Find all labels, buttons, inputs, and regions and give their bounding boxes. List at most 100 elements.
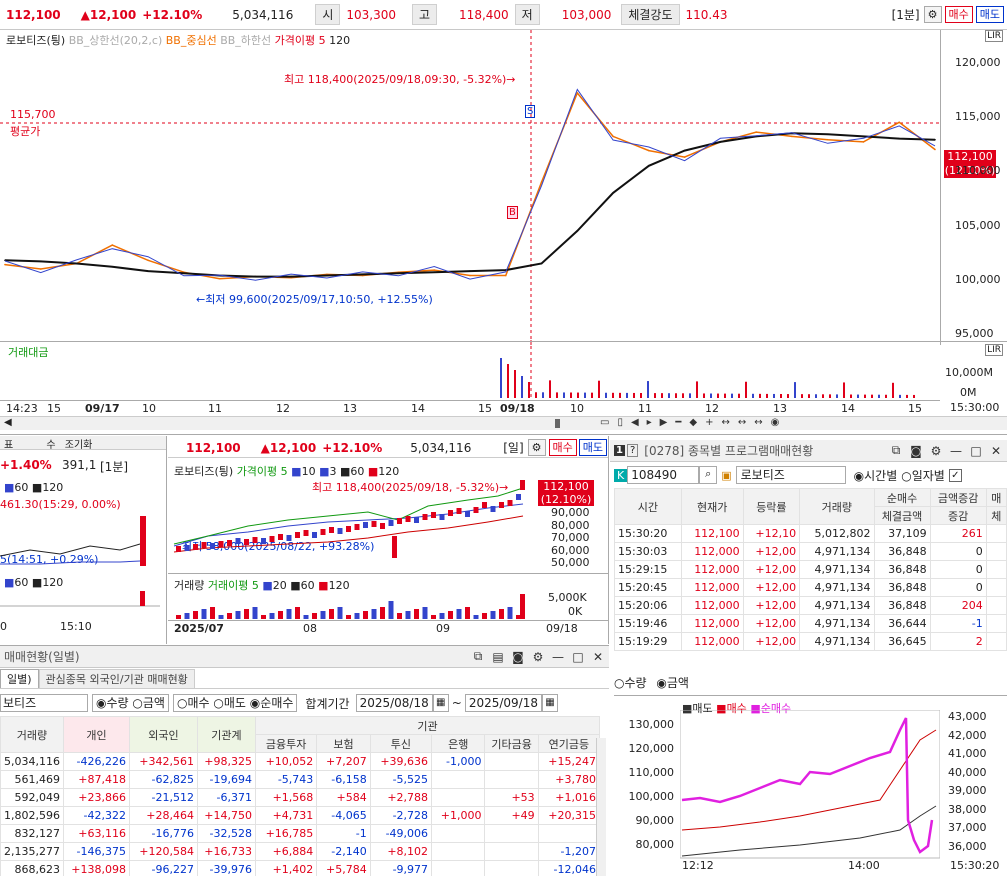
investor-row[interactable]: 561,469 +87,418 -62,825 -19,694 -5,743 -6,158…: [0, 770, 601, 789]
investor-row[interactable]: 2,135,277 -146,375 +120,584 +16,733 +6,884 -2…: [0, 842, 601, 861]
investor-close-icon[interactable]: ✕: [591, 650, 605, 664]
folder-icon[interactable]: ▣: [721, 469, 731, 482]
minimize-icon[interactable]: —: [949, 444, 963, 458]
col-amount-change[interactable]: 금액증감: [929, 488, 987, 507]
col-rate[interactable]: 등락률: [742, 488, 801, 525]
col-volume[interactable]: 거래량: [799, 488, 875, 525]
investor-maximize-icon[interactable]: □: [571, 650, 585, 664]
stock-code-input[interactable]: 108490: [627, 466, 700, 484]
radio-daily[interactable]: ○일자별: [901, 467, 945, 484]
sell-signal-badge[interactable]: S: [525, 105, 536, 118]
investor-link-icon[interactable]: ⧉: [471, 649, 485, 664]
buy-signal-badge[interactable]: B: [507, 206, 518, 219]
col-exec-amount[interactable]: 체결금액: [873, 506, 931, 525]
investor-row[interactable]: 832,127 +63,116 -16,776 -32,528 +16,785 -1 -49…: [0, 824, 601, 843]
program-row[interactable]: 15:29:15 112,000 +12,00 4,971,134 36,848 0: [614, 560, 1007, 579]
radio-quantity[interactable]: ○수량: [614, 676, 647, 690]
gear-icon[interactable]: ⚙: [923, 6, 942, 23]
daily-chart-panel: 112,100 ▲12,100 +12.10% 5,034,116 [일] ⚙ …: [168, 436, 609, 644]
investor-settings-icon[interactable]: ⚙: [531, 650, 545, 664]
settings-icon[interactable]: ⚙: [929, 444, 943, 458]
date-from-input[interactable]: 2025/08/18: [355, 694, 433, 712]
inv-col-institution[interactable]: 기관계: [196, 716, 256, 753]
link-icon[interactable]: ⧉: [889, 443, 903, 458]
left-tab-3[interactable]: 조기화: [65, 440, 93, 451]
inv-col-foreign[interactable]: 외국인: [128, 716, 198, 753]
radio-amount[interactable]: ◉금액: [656, 676, 689, 690]
investor-minimize-icon[interactable]: —: [551, 650, 565, 664]
calendar-to-icon[interactable]: ▦: [541, 694, 558, 712]
investor-camera-icon[interactable]: ◙: [511, 650, 525, 664]
left-mini-period[interactable]: [1분]: [100, 458, 128, 475]
investor-scrollbar[interactable]: [596, 738, 606, 876]
program-chart[interactable]: [680, 710, 940, 860]
buy-button[interactable]: 매수: [944, 6, 973, 23]
tab-watchlist[interactable]: 관심종목 외국인/기관 매매현황: [38, 669, 195, 688]
inv-col-individual[interactable]: 개인: [62, 716, 130, 753]
investor-row[interactable]: 5,034,116 -426,226 +342,561 +98,325 +10,052 +…: [0, 752, 601, 771]
program-row[interactable]: 15:30:20 112,100 +12,10 5,012,802 37,109 261: [614, 524, 1007, 543]
close-icon[interactable]: ✕: [989, 444, 1003, 458]
chart-tool-icons[interactable]: ▭▯◀▸▶━◆+↔↔↔◉: [600, 417, 787, 428]
chart-scrollbar[interactable]: ◀ ▭▯◀▸▶━◆+↔↔↔◉: [0, 416, 1007, 430]
left-mini-tabs[interactable]: 표 수 조기화: [0, 436, 166, 451]
col-price[interactable]: 현재가: [680, 488, 744, 525]
daily-sell-button[interactable]: 매도: [578, 439, 607, 456]
volume-bar: [514, 370, 516, 398]
prog-left-tick-0: 130,000: [628, 718, 675, 731]
inv-col-other-finance[interactable]: 기타금융: [484, 734, 539, 753]
scroll-thumb[interactable]: [555, 419, 560, 428]
checkbox[interactable]: ✓: [948, 468, 962, 482]
investor-row[interactable]: 1,802,596 -42,322 +28,464 +14,750 +4,731 -4,0…: [0, 806, 601, 825]
daily-candle: [392, 536, 397, 558]
daily-period[interactable]: [일]: [503, 439, 523, 456]
investor-cell: -6,158: [316, 770, 371, 789]
investor-row[interactable]: 592,049 +23,866 -21,512 -6,371 +1,568 +584 +2,…: [0, 788, 601, 807]
col-extra-2[interactable]: 체: [985, 506, 1007, 525]
search-icon[interactable]: ⌕: [699, 466, 718, 484]
col-time[interactable]: 시간: [614, 488, 682, 525]
volume-bar: [619, 392, 621, 398]
radio-qty[interactable]: ◉수량: [96, 696, 129, 710]
inv-col-finance[interactable]: 금융투자: [254, 734, 318, 753]
radio-net[interactable]: ◉순매수: [250, 696, 294, 710]
program-row[interactable]: 15:30:03 112,000 +12,00 4,971,134 36,848 0: [614, 542, 1007, 561]
daily-price-plot[interactable]: [168, 476, 533, 566]
radio-sell[interactable]: ○매도: [213, 696, 246, 710]
left-tab-1[interactable]: 표: [4, 440, 13, 451]
program-row[interactable]: 15:19:29 112,000 +12,00 4,971,134 36,645 2: [614, 632, 1007, 651]
camera-icon[interactable]: ◙: [909, 444, 923, 458]
maximize-icon[interactable]: □: [969, 444, 983, 458]
radio-amt[interactable]: ○금액: [132, 696, 165, 710]
left-tab-2[interactable]: 수: [46, 440, 55, 451]
inv-col-volume[interactable]: 거래량: [0, 716, 64, 753]
inv-col-insurance[interactable]: 보험: [316, 734, 371, 753]
date-to-input[interactable]: 2025/09/18: [464, 694, 542, 712]
scroll-left-icon[interactable]: ◀: [4, 417, 12, 428]
program-row[interactable]: 15:20:06 112,000 +12,00 4,971,134 36,848 204: [614, 596, 1007, 615]
inv-col-pension[interactable]: 연기금등: [537, 734, 601, 753]
radio-quantity-label: 수량: [624, 676, 647, 690]
sell-button[interactable]: 매도: [975, 6, 1004, 23]
investor-cell: -5,525: [369, 770, 433, 789]
inv-col-trust[interactable]: 투신: [369, 734, 433, 753]
radio-buy[interactable]: ○매수: [177, 696, 210, 710]
left-mini-rate: +1.40%: [0, 458, 52, 472]
investor-stock-field[interactable]: 보티즈: [0, 694, 88, 712]
tab-daily[interactable]: 일별): [0, 669, 39, 688]
period-selector[interactable]: [1분]: [892, 6, 920, 23]
daily-gear-icon[interactable]: ⚙: [527, 439, 546, 456]
calendar-from-icon[interactable]: ▦: [432, 694, 449, 712]
inv-col-bank[interactable]: 은행: [431, 734, 486, 753]
daily-buy-button[interactable]: 매수: [548, 439, 577, 456]
col-change[interactable]: 증감: [929, 506, 987, 525]
program-row[interactable]: 15:19:46 112,000 +12,00 4,971,134 36,644 -1: [614, 614, 1007, 633]
program-cell: +12,00: [742, 632, 801, 651]
investor-save-icon[interactable]: ▤: [491, 650, 505, 664]
radio-hourly[interactable]: ◉시간별: [854, 467, 898, 484]
col-net-buy[interactable]: 순매수: [873, 488, 931, 507]
program-row[interactable]: 15:20:45 112,000 +12,00 4,971,134 36,848 0: [614, 578, 1007, 597]
col-extra[interactable]: 매: [985, 488, 1007, 507]
lir-tag-vol[interactable]: LIR: [985, 344, 1003, 356]
investor-row[interactable]: 868,623 +138,098 -96,227 -39,976 +1,402 +5,78…: [0, 860, 601, 876]
